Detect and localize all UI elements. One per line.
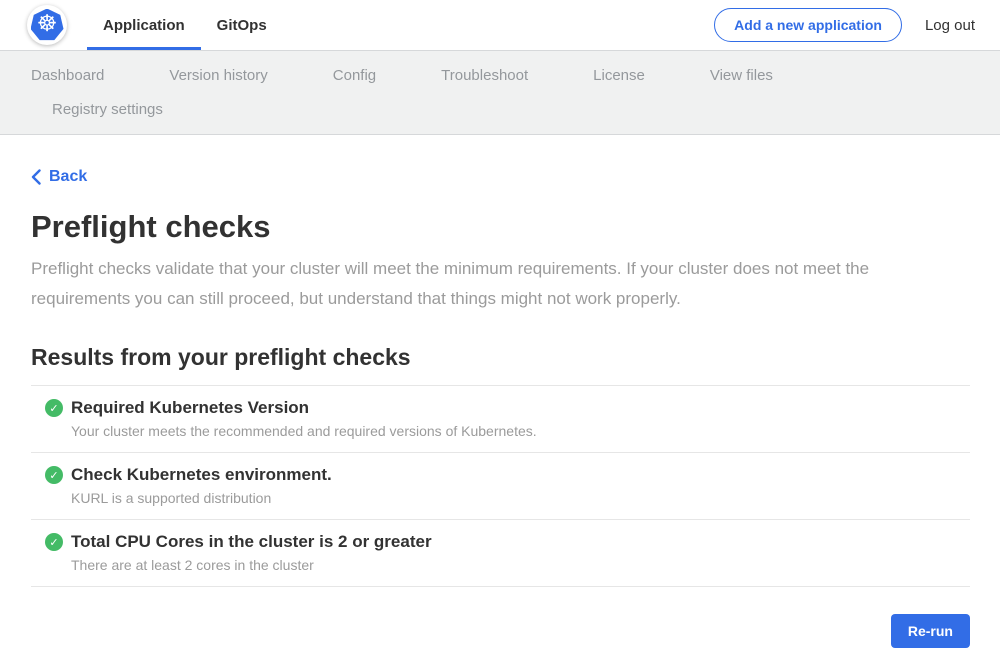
- check-description: KURL is a supported distribution: [71, 490, 970, 506]
- check-pass-icon: ✓: [45, 466, 63, 484]
- subnav-item-config[interactable]: Config: [333, 67, 376, 84]
- check-title-line: ✓ Total CPU Cores in the cluster is 2 or…: [45, 532, 970, 552]
- check-description: There are at least 2 cores in the cluste…: [71, 557, 970, 573]
- subnav-item-troubleshoot[interactable]: Troubleshoot: [441, 67, 528, 84]
- tab-gitops[interactable]: GitOps: [201, 0, 283, 50]
- preflight-page: Back Preflight checks Preflight checks v…: [0, 135, 1000, 648]
- subnav-item-registry-settings[interactable]: Registry settings: [52, 101, 163, 118]
- check-title: Required Kubernetes Version: [71, 398, 309, 418]
- check-row-cpu-cores: ✓ Total CPU Cores in the cluster is 2 or…: [31, 520, 970, 587]
- add-new-application-button[interactable]: Add a new application: [714, 8, 902, 42]
- subnav-row-1: Dashboard Version history Config Trouble…: [31, 58, 970, 92]
- tab-gitops-label: GitOps: [217, 17, 267, 34]
- subnav-item-dashboard[interactable]: Dashboard: [31, 67, 104, 84]
- subnav-item-license[interactable]: License: [593, 67, 645, 84]
- kubernetes-logo: ☸: [27, 5, 67, 45]
- preflight-results-list: ✓ Required Kubernetes Version Your clust…: [31, 385, 970, 587]
- back-link[interactable]: Back: [31, 168, 87, 186]
- subnav-item-version-history[interactable]: Version history: [169, 67, 267, 84]
- footer-actions: Re-run: [31, 587, 970, 648]
- helm-wheel-icon: ☸: [37, 13, 58, 36]
- kubernetes-logo-icon: ☸: [31, 9, 64, 42]
- check-row-kubernetes-version: ✓ Required Kubernetes Version Your clust…: [31, 386, 970, 453]
- top-header: ☸ Application GitOps Add a new applicati…: [0, 0, 1000, 50]
- check-pass-icon: ✓: [45, 533, 63, 551]
- page-title: Preflight checks: [31, 209, 970, 245]
- check-row-kubernetes-environment: ✓ Check Kubernetes environment. KURL is …: [31, 453, 970, 520]
- chevron-left-icon: [31, 169, 41, 185]
- subnav-row-2: Registry settings: [31, 92, 970, 126]
- back-link-label: Back: [49, 168, 87, 186]
- rerun-button[interactable]: Re-run: [891, 614, 970, 648]
- subnav-item-view-files[interactable]: View files: [710, 67, 773, 84]
- primary-tabs: Application GitOps: [87, 0, 283, 50]
- check-description: Your cluster meets the recommended and r…: [71, 423, 970, 439]
- tab-application-label: Application: [103, 17, 185, 34]
- check-title: Check Kubernetes environment.: [71, 465, 332, 485]
- app-subnav: Dashboard Version history Config Trouble…: [0, 50, 1000, 135]
- page-description: Preflight checks validate that your clus…: [31, 254, 970, 314]
- check-title-line: ✓ Required Kubernetes Version: [45, 398, 970, 418]
- check-title: Total CPU Cores in the cluster is 2 or g…: [71, 532, 432, 552]
- results-heading: Results from your preflight checks: [31, 344, 970, 371]
- check-title-line: ✓ Check Kubernetes environment.: [45, 465, 970, 485]
- check-pass-icon: ✓: [45, 399, 63, 417]
- tab-application[interactable]: Application: [87, 0, 201, 50]
- logout-link[interactable]: Log out: [925, 17, 975, 34]
